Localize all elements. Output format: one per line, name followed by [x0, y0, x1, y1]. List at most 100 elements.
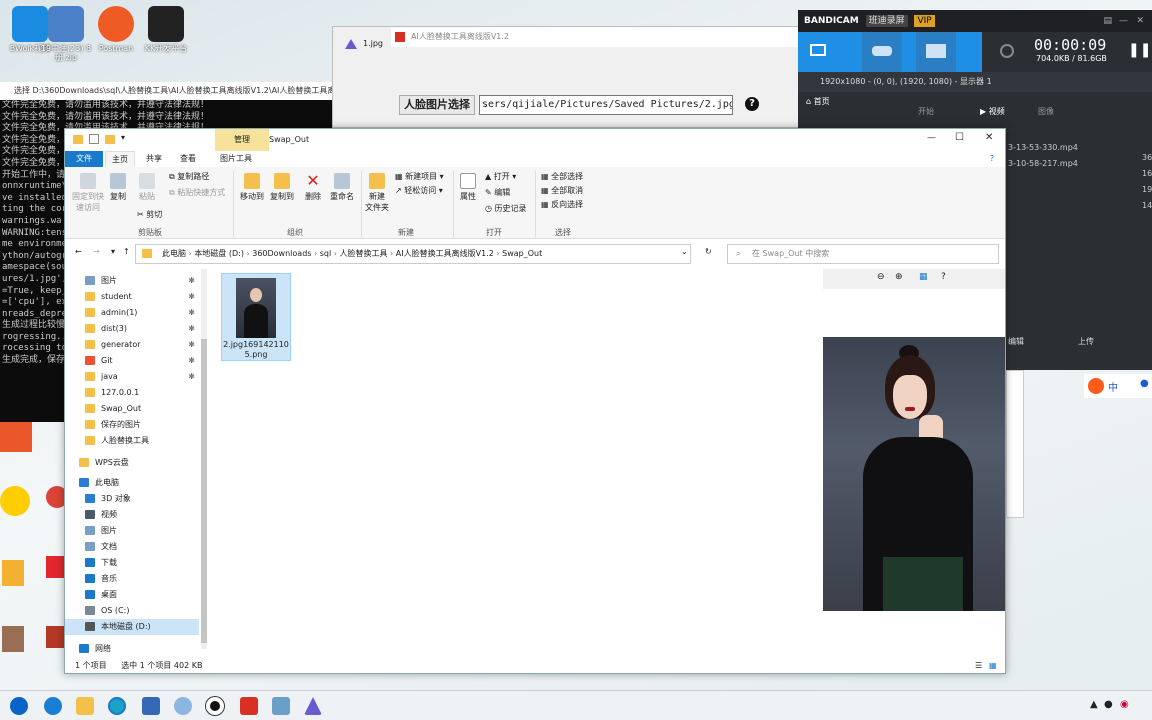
nav-video[interactable]: ▶ 视频	[980, 106, 1005, 117]
sidebar-item[interactable]: 127.0.0.1	[65, 385, 199, 401]
start-icon[interactable]	[10, 697, 28, 715]
explorer-icon[interactable]	[76, 697, 94, 715]
properties-button[interactable]: 属性	[457, 173, 479, 202]
close-icon[interactable]: ✕	[1136, 10, 1144, 32]
tray-app-icon[interactable]: ◉	[1120, 699, 1129, 710]
breadcrumb-separator-icon[interactable]: ›	[494, 249, 502, 258]
copy-button[interactable]: 复制	[107, 173, 129, 202]
nav-image[interactable]: 图像	[1038, 106, 1054, 117]
breadcrumb-item[interactable]: 本地磁盘 (D:)	[194, 249, 244, 258]
edit-button[interactable]: ✎ 编辑	[485, 187, 510, 198]
tab-manage[interactable]: 管理	[215, 129, 269, 151]
recording-item[interactable]: 3-13-53-330.mp4	[1008, 140, 1078, 156]
view-icon[interactable]: ▦	[919, 272, 928, 282]
image-viewer-icon[interactable]	[304, 697, 322, 715]
image-path-field[interactable]: sers/qijiale/Pictures/Saved Pictures/2.j…	[479, 95, 733, 115]
app-icon[interactable]	[174, 697, 192, 715]
quick-access-dropdown[interactable]: ▾	[121, 133, 125, 142]
breadcrumb-separator-icon[interactable]: ›	[311, 249, 319, 258]
sidebar-item[interactable]: 下载	[65, 555, 199, 571]
sidebar-scroll-thumb[interactable]	[201, 339, 207, 643]
minimize-icon[interactable]: —	[1119, 10, 1128, 32]
invert-selection-button[interactable]: ▦ 反向选择	[541, 199, 583, 210]
copy-to-button[interactable]: 复制到	[269, 173, 295, 202]
app-icon[interactable]	[272, 697, 290, 715]
pin-quick-access-button[interactable]: 固定到快 速访问	[71, 173, 105, 213]
sidebar-item[interactable]: Swap_Out	[65, 401, 199, 417]
copy-path-button[interactable]: ⧉ 复制路径	[169, 171, 209, 182]
breadcrumb-separator-icon[interactable]: ›	[244, 249, 252, 258]
app-icon[interactable]	[142, 697, 160, 715]
desktop-icon-app[interactable]	[0, 420, 32, 452]
close-icon[interactable]: ✕	[985, 132, 993, 143]
tab-home[interactable]: 主页	[105, 151, 135, 167]
sidebar-item[interactable]: 文档	[65, 539, 199, 555]
file-explorer-window[interactable]: ▾ 管理 Swap_Out — ☐ ✕ 文件 主页 共享 查看 图片工具 ? 固…	[64, 128, 1006, 674]
pause-icon[interactable]: ❚❚	[1128, 42, 1151, 58]
easy-access-button[interactable]: ↗ 轻松访问 ▾	[395, 185, 443, 196]
tab-picture-tools[interactable]: 图片工具	[213, 151, 259, 167]
breadcrumb-item[interactable]: Swap_Out	[502, 249, 542, 258]
sidebar-item[interactable]: 视频	[65, 507, 199, 523]
details-view-icon[interactable]: ☰	[975, 659, 982, 673]
desktop-icon-app[interactable]	[0, 486, 30, 516]
refresh-icon[interactable]: ↻	[705, 247, 712, 256]
face-image-select-button[interactable]: 人脸图片选择	[399, 95, 475, 115]
sidebar-item[interactable]: Git ✱	[65, 353, 199, 369]
rename-button[interactable]: 重命名	[327, 173, 357, 202]
sidebar-item[interactable]: student ✱	[65, 289, 199, 305]
upload-button[interactable]: 上传	[1078, 336, 1094, 347]
desktop-icon-kk[interactable]: KK开发平台	[136, 6, 196, 53]
breadcrumb-separator-icon[interactable]: ›	[331, 249, 339, 258]
recent-dropdown-icon[interactable]: ▾	[111, 247, 115, 256]
sidebar-item[interactable]: java ✱	[65, 369, 199, 385]
cut-button[interactable]: ✂ 剪切	[137, 209, 162, 220]
sidebar-item[interactable]: 桌面	[65, 587, 199, 603]
maximize-icon[interactable]: ☐	[955, 132, 964, 143]
breadcrumb-item[interactable]: 人脸替换工具	[340, 249, 388, 258]
large-icons-view-icon[interactable]: ▦	[989, 659, 997, 673]
edge-icon[interactable]	[44, 697, 62, 715]
edit-button[interactable]: 编辑	[1008, 336, 1024, 347]
recording-item[interactable]: 3-10-58-217.mp4	[1008, 156, 1078, 172]
menu-icon[interactable]: ▤	[1103, 10, 1112, 32]
paste-button[interactable]: 粘贴	[135, 173, 159, 202]
nav-home[interactable]: ⌂ 首页	[806, 96, 830, 107]
minimize-icon[interactable]: —	[927, 133, 936, 143]
tab-view[interactable]: 查看	[173, 151, 203, 167]
sidebar-item[interactable]: 图片	[65, 523, 199, 539]
delete-button[interactable]: ✕ 删除	[303, 173, 323, 202]
select-none-button[interactable]: ▦ 全部取消	[541, 185, 583, 196]
mic-icon[interactable]: ●	[1104, 699, 1113, 710]
tab-file[interactable]: 文件	[65, 151, 103, 167]
help-icon[interactable]: ?	[985, 151, 999, 167]
new-folder-button[interactable]: 新建 文件夹	[363, 173, 391, 213]
sidebar-item[interactable]: OS (C:)	[65, 603, 199, 619]
sidebar-item[interactable]: 3D 对象	[65, 491, 199, 507]
search-input[interactable]: ⌕ 在 Swap_Out 中搜索	[727, 244, 999, 264]
sidebar-item[interactable]: 图片 ✱	[65, 273, 199, 289]
zoom-out-icon[interactable]: ⊖	[877, 272, 885, 282]
breadcrumb-item[interactable]: AI人脸替换工具离线版V1.2	[396, 249, 494, 258]
tab-1jpg[interactable]: 1.jpg	[341, 33, 389, 53]
file-item[interactable]: 2.jpg169142110 5.png	[221, 273, 291, 361]
info-icon[interactable]: ?	[941, 272, 946, 282]
ime-toolbar[interactable]: 中 ●	[1084, 374, 1152, 398]
up-icon[interactable]: ↑	[123, 247, 130, 256]
webcam-tab[interactable]	[982, 32, 1032, 72]
sidebar-item[interactable]: 本地磁盘 (D:)	[65, 619, 199, 635]
device-mode-tab[interactable]	[916, 32, 956, 72]
nav-start[interactable]: 开始	[918, 106, 934, 117]
help-icon[interactable]: ?	[745, 97, 759, 111]
game-mode-tab[interactable]	[862, 32, 902, 72]
sidebar-item[interactable]: 人脸替换工具	[65, 433, 199, 449]
breadcrumb-item[interactable]: sql	[320, 249, 331, 258]
back-icon[interactable]: ←	[75, 247, 82, 256]
mic-icon[interactable]: ●	[1140, 378, 1149, 389]
select-all-button[interactable]: ▦ 全部选择	[541, 171, 583, 182]
zoom-in-icon[interactable]: ⊕	[895, 272, 903, 282]
screen-mode-tab[interactable]	[798, 32, 838, 72]
sidebar-item[interactable]: 此电脑	[65, 475, 199, 491]
record-icon[interactable]	[206, 697, 224, 715]
breadcrumb-item[interactable]: 360Downloads	[252, 249, 311, 258]
